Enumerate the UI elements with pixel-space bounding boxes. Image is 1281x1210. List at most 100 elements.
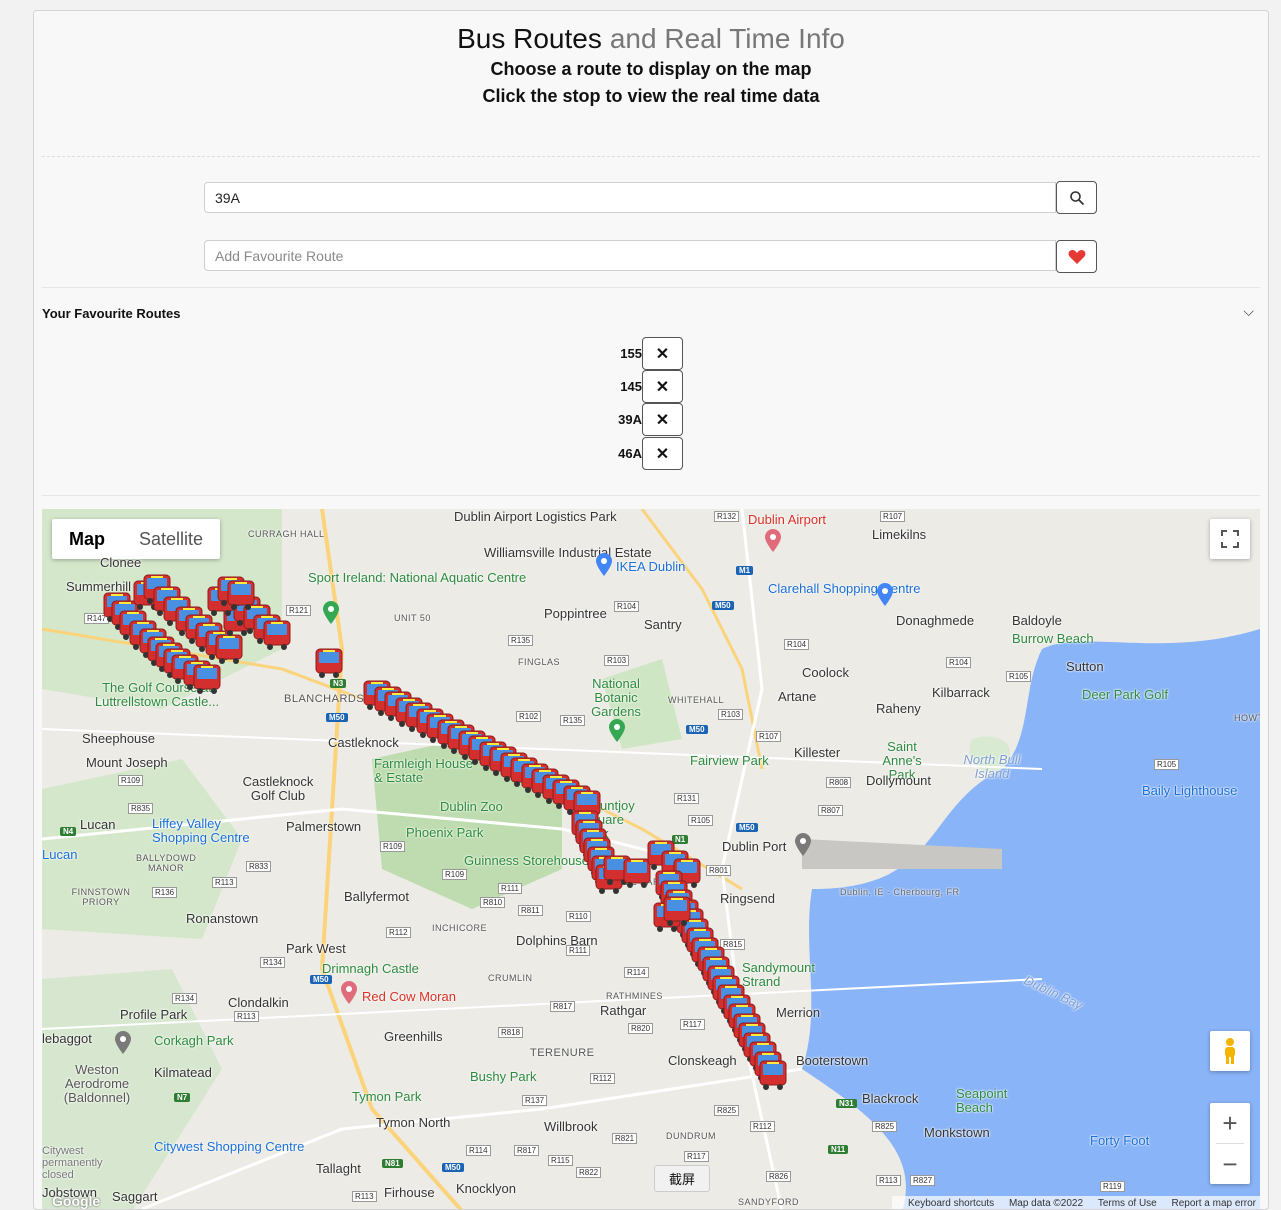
bus-stop-marker[interactable] — [758, 1059, 788, 1091]
road-shield: R107 — [756, 731, 782, 742]
chevron-down-icon[interactable]: ⌵ — [1243, 303, 1254, 320]
instruction-route: Choose a route to display on the map — [490, 59, 812, 79]
map-label: Killester — [794, 745, 841, 760]
bus-stop-marker[interactable] — [226, 579, 256, 611]
pegman-icon — [1225, 1038, 1235, 1064]
national-road-shield: N7 — [174, 1093, 191, 1102]
motorway-shield: M50 — [310, 975, 332, 984]
road-shield: R109 — [380, 841, 406, 852]
bus-stop-marker[interactable] — [214, 633, 244, 665]
map-label: Sport Ireland: National Aquatic Centre — [308, 570, 527, 585]
road-shield: R825 — [872, 1121, 898, 1132]
road-shield: R117 — [680, 1019, 705, 1030]
road-shield: R818 — [498, 1027, 524, 1038]
map-label: Castleknock — [328, 735, 399, 750]
map-label: Sandymount Strand — [742, 960, 815, 989]
road-shield: R107 — [880, 511, 906, 522]
map-label: UNIT 50 — [394, 613, 431, 623]
map-data-credit: Map data ©2022 — [1008, 1198, 1084, 1209]
map-label: Weston Aerodrome (Baldonnel) — [63, 1062, 131, 1105]
map-label: lebaggot — [42, 1031, 92, 1046]
map-label: Blackrock — [862, 1091, 919, 1106]
favourite-route-label[interactable]: 39A — [604, 412, 642, 427]
map-label: Bushy Park — [470, 1069, 537, 1084]
search-button[interactable] — [1056, 181, 1097, 214]
fullscreen-button[interactable] — [1210, 519, 1250, 559]
zoom-in-button[interactable]: + — [1210, 1103, 1250, 1143]
road-shield: R115 — [548, 1155, 573, 1166]
road-shield: R821 — [612, 1133, 638, 1144]
map-label: Farmleigh House & Estate — [374, 756, 473, 785]
map-label: Citywest Shopping Centre — [154, 1139, 305, 1154]
map-label: North Bull Island — [963, 752, 1021, 781]
bus-stop-marker[interactable] — [662, 895, 692, 927]
street-view-pegman[interactable] — [1210, 1031, 1250, 1071]
map-label: Kilbarrack — [932, 685, 990, 700]
map-label: Ronanstown — [186, 911, 259, 926]
keyboard-shortcuts-link[interactable]: Keyboard shortcuts — [908, 1198, 994, 1209]
road-shield: R811 — [518, 905, 543, 916]
road-shield: R112 — [386, 927, 411, 938]
title-main: Bus Routes — [457, 23, 602, 54]
map-label: Merrion — [776, 1005, 821, 1020]
route-search-input[interactable] — [204, 182, 1056, 213]
report-map-error-link[interactable]: Report a map error — [1172, 1198, 1256, 1209]
remove-favourite-button[interactable]: ✕ — [642, 370, 683, 403]
close-icon: ✕ — [655, 411, 670, 429]
road-shield: R820 — [628, 1023, 654, 1034]
road-shield: R109 — [118, 775, 144, 786]
zoom-control: + − — [1210, 1103, 1250, 1184]
zoom-out-button[interactable]: − — [1210, 1144, 1250, 1184]
road-shield: R113 — [876, 1175, 901, 1186]
map-label: Fairview Park — [690, 753, 769, 768]
favourites-title: Your Favourite Routes — [42, 306, 181, 321]
map-label: Forty Foot — [1090, 1133, 1150, 1148]
screenshot-button[interactable]: 截屏 — [654, 1165, 711, 1192]
road-shield: R833 — [246, 861, 272, 872]
road-shield: R103 — [604, 655, 630, 666]
favourite-route-input[interactable] — [204, 240, 1056, 271]
road-shield: R810 — [480, 897, 506, 908]
red-cow-pin-icon — [341, 981, 357, 1004]
map-label: Clonskeagh — [668, 1053, 737, 1068]
route-map[interactable]: Map Satellite + − Dublin Airport Logisti… — [42, 509, 1260, 1209]
motorway-shield: M50 — [686, 725, 708, 734]
map-label: Clonee — [100, 555, 142, 570]
map-label: Dublin Zoo — [440, 799, 503, 814]
map-label: Booterstown — [796, 1053, 869, 1068]
road-shield: R121 — [286, 605, 312, 616]
map-label: Lucan — [80, 817, 116, 832]
bus-stop-marker[interactable] — [314, 647, 344, 679]
favourite-route-label[interactable]: 145 — [604, 379, 642, 394]
map-label: Tymon Park — [352, 1089, 422, 1104]
favourite-route-label[interactable]: 155 — [604, 346, 642, 361]
map-label: Clarehall Shopping Centre — [768, 581, 921, 596]
map-label: Coolock — [802, 665, 849, 680]
map-label: Raheny — [876, 701, 921, 716]
road-shield: R105 — [688, 815, 714, 826]
terms-of-use-link[interactable]: Terms of Use — [1098, 1198, 1157, 1209]
road-shield: R109 — [442, 869, 468, 880]
favourite-item: 39A ✕ — [604, 403, 683, 436]
fullscreen-icon — [1221, 530, 1239, 548]
map-label: Liffey Valley Shopping Centre — [152, 816, 250, 845]
favourite-route-label[interactable]: 46A — [604, 446, 642, 461]
remove-favourite-button[interactable]: ✕ — [642, 403, 683, 436]
map-label: Artane — [778, 689, 817, 704]
map-label: Guinness Storehouse — [464, 853, 590, 868]
add-favourite-button[interactable] — [1056, 240, 1097, 273]
bus-stop-marker[interactable] — [192, 663, 222, 695]
map-label: Dublin Airport — [748, 512, 827, 527]
map-type-map-button[interactable]: Map — [52, 519, 122, 559]
aerodrome-pin-icon — [115, 1031, 131, 1054]
road-shield: R113 — [352, 1191, 377, 1202]
remove-favourite-button[interactable]: ✕ — [642, 437, 683, 470]
map-label: Phoenix Park — [406, 825, 484, 840]
map-label: Ringsend — [720, 891, 775, 906]
map-label: Tallaght — [316, 1161, 361, 1176]
road-shield: R112 — [750, 1121, 775, 1132]
bus-stop-marker[interactable] — [262, 619, 292, 651]
remove-favourite-button[interactable]: ✕ — [642, 337, 683, 370]
map-label: Baily Lighthouse — [1142, 783, 1238, 798]
map-type-satellite-button[interactable]: Satellite — [122, 519, 220, 559]
